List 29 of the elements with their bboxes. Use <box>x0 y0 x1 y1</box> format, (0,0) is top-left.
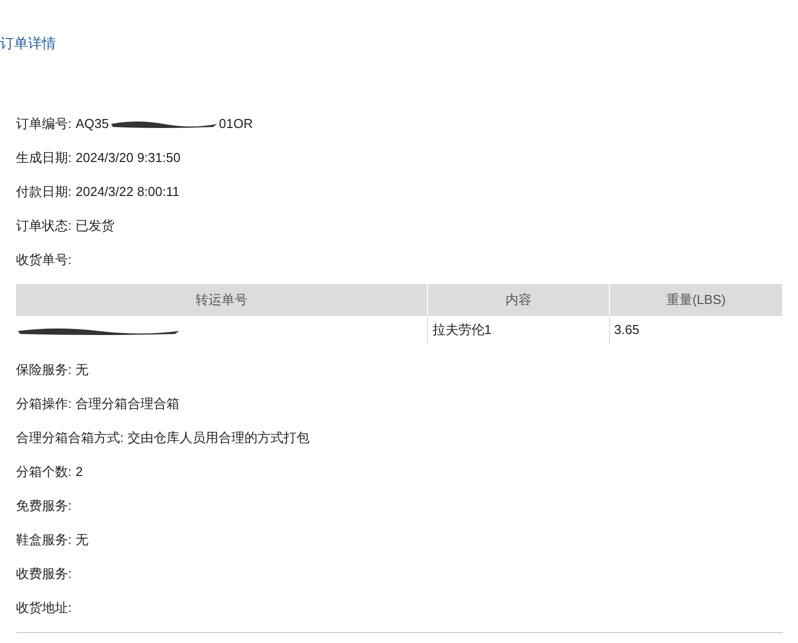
field-label: 订单编号: <box>16 115 72 134</box>
field-label: 分箱操作: <box>16 395 72 414</box>
field-value: 交由仓库人员用合理的方式打包 <box>128 429 310 448</box>
field-label: 收货地址: <box>16 599 72 618</box>
page-title: 订单详情 <box>0 35 56 51</box>
field-value: AQ35 <box>76 115 109 134</box>
field-label: 订单状态: <box>16 217 72 236</box>
field-value: 2024/3/20 9:31:50 <box>76 149 180 168</box>
field-label: 免费服务: <box>16 497 72 516</box>
field-label: 收货单号: <box>16 251 72 270</box>
field-label: 保险服务: <box>16 361 72 380</box>
column-header: 内容 <box>428 284 610 316</box>
field-label: 分箱个数: <box>16 463 72 482</box>
column-header: 重量(LBS) <box>610 284 782 316</box>
field-value: 合理分箱合理合箱 <box>76 395 180 414</box>
field-label: 付款日期: <box>16 183 72 202</box>
field-value: 无 <box>76 531 89 550</box>
field-label: 鞋盒服务: <box>16 531 72 550</box>
field-label: 收费服务: <box>16 565 72 584</box>
field-value: 无 <box>76 361 89 380</box>
field-value: 2024/3/22 8:00:11 <box>76 183 180 202</box>
field-value: 01OR <box>218 115 253 134</box>
field-value: 已发货 <box>76 217 115 236</box>
table-cell: 拉夫劳伦1 <box>428 316 610 344</box>
field-label: 生成日期: <box>16 149 72 168</box>
field-value: 2 <box>76 463 83 482</box>
table-cell: 3.65 <box>610 316 782 344</box>
field-label: 合理分箱合箱方式: <box>16 429 124 448</box>
column-header: 转运单号 <box>16 284 428 316</box>
